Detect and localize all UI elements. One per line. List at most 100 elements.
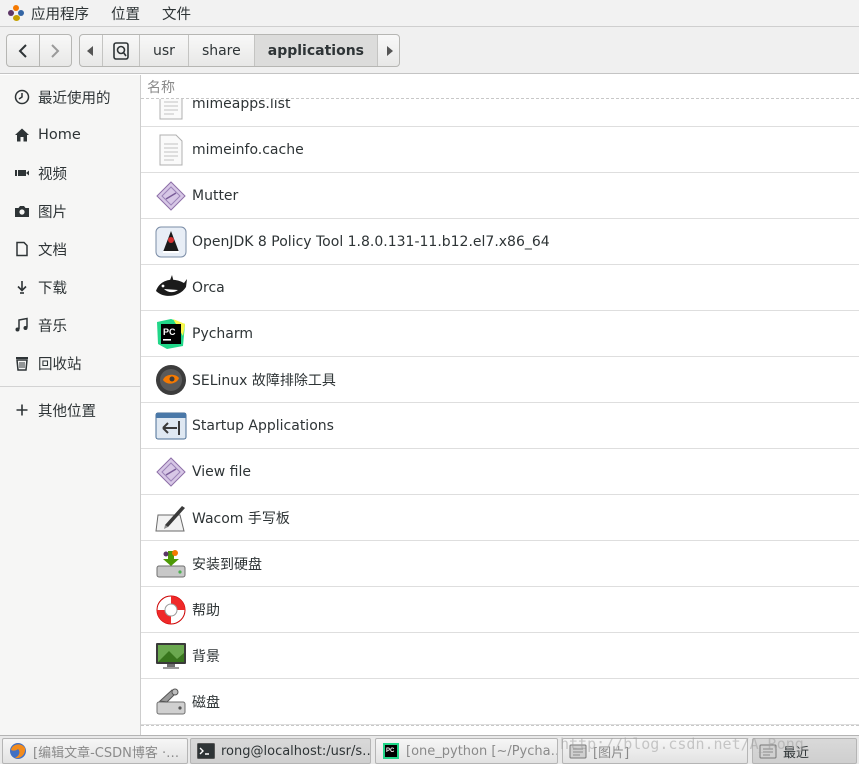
root-drive-icon (113, 41, 129, 60)
file-name: Wacom 手写板 (192, 510, 290, 527)
file-name: mimeinfo.cache (192, 141, 304, 158)
file-row-orca[interactable]: Orca (141, 265, 859, 311)
document-icon (13, 240, 31, 258)
file-row-help[interactable]: 帮助 (141, 587, 859, 633)
forward-button[interactable] (38, 35, 71, 66)
breadcrumb-scroll-left[interactable] (80, 35, 102, 66)
sidebar-item-home[interactable]: Home (0, 118, 140, 152)
pycharm-icon: PC (382, 742, 400, 760)
terminal-icon (197, 742, 215, 760)
file-row-partial (141, 725, 859, 735)
plus-icon (13, 401, 31, 419)
file-name: Pycharm (192, 325, 254, 342)
chevron-right-icon (51, 43, 60, 58)
sidebar-item-label: 最近使用的 (38, 90, 111, 107)
files-icon (759, 742, 777, 760)
file-name: 帮助 (192, 602, 220, 619)
task-firefox[interactable]: [编辑文章-CSDN博客 ·… (2, 738, 188, 764)
sidebar-item-label: Home (38, 127, 81, 143)
install-disk-icon (154, 547, 188, 581)
files-icon (569, 742, 587, 760)
sidebar-item-label: 回收站 (38, 356, 82, 373)
task-label: 最近 (783, 745, 810, 761)
path-bar: usr share applications (0, 27, 859, 74)
text-file-icon (154, 133, 188, 167)
file-row-wacom[interactable]: Wacom 手写板 (141, 495, 859, 541)
task-label: [图片] (593, 745, 630, 761)
video-camera-icon (13, 164, 31, 182)
sidebar-item-pictures[interactable]: 图片 (0, 194, 140, 228)
places-menu-label: 位置 (111, 6, 140, 23)
file-row-disks[interactable]: 磁盘 (141, 679, 859, 725)
sidebar-item-recent[interactable]: 最近使用的 (0, 80, 140, 114)
java-duke-icon (154, 225, 188, 259)
files-menu[interactable]: 文件 (162, 3, 191, 24)
back-button[interactable] (7, 35, 39, 66)
file-name: OpenJDK 8 Policy Tool 1.8.0.131-11.b12.e… (192, 233, 550, 250)
firefox-icon (9, 742, 27, 760)
task-label: [编辑文章-CSDN博客 ·… (33, 745, 180, 761)
file-row-startup-apps[interactable]: Startup Applications (141, 403, 859, 449)
gnome-foot-icon (8, 5, 24, 21)
top-menu-bar: 应用程序 位置 文件 (0, 0, 859, 27)
taskbar: [编辑文章-CSDN博客 ·… rong@localhost:/usr/s… P… (0, 735, 859, 764)
file-row-mimeinfo[interactable]: mimeinfo.cache (141, 127, 859, 173)
file-row-openjdk[interactable]: OpenJDK 8 Policy Tool 1.8.0.131-11.b12.e… (141, 219, 859, 265)
help-lifebuoy-icon (154, 593, 188, 627)
file-row-mutter[interactable]: Mutter (141, 173, 859, 219)
sidebar-divider (0, 386, 140, 387)
column-header-name[interactable]: 名称 (141, 75, 859, 99)
file-row-pycharm[interactable]: PC Pycharm (141, 311, 859, 357)
task-files-recent[interactable]: 最近 (752, 738, 857, 764)
task-pycharm[interactable]: PC [one_python [~/Pycha… (375, 738, 558, 764)
sidebar-item-downloads[interactable]: 下载 (0, 270, 140, 304)
file-row-background[interactable]: 背景 (141, 633, 859, 679)
sidebar-item-trash[interactable]: 回收站 (0, 346, 140, 380)
task-terminal[interactable]: rong@localhost:/usr/s… (190, 738, 371, 764)
sidebar-item-label: 文档 (38, 242, 67, 259)
triangle-right-icon (386, 45, 393, 56)
clock-icon (13, 88, 31, 106)
sidebar-item-other-locations[interactable]: 其他位置 (0, 393, 140, 427)
sidebar-item-documents[interactable]: 文档 (0, 232, 140, 266)
applications-menu[interactable]: 应用程序 (8, 3, 89, 24)
breadcrumb-root[interactable] (102, 35, 139, 66)
sidebar-item-videos[interactable]: 视频 (0, 156, 140, 190)
file-name: 背景 (192, 648, 220, 665)
file-name: Startup Applications (192, 417, 334, 434)
task-label: [one_python [~/Pycha… (406, 743, 558, 759)
places-menu[interactable]: 位置 (111, 3, 140, 24)
sidebar-item-label: 音乐 (38, 318, 67, 335)
generic-app-icon (154, 179, 188, 213)
download-arrow-icon (13, 278, 31, 296)
svg-text:PC: PC (386, 748, 395, 754)
tablet-pen-icon (154, 501, 188, 535)
pycharm-icon: PC (154, 317, 188, 351)
task-files-pictures[interactable]: [图片] (562, 738, 748, 764)
file-row-view-file[interactable]: View file (141, 449, 859, 495)
startup-apps-icon (154, 409, 188, 443)
music-note-icon (13, 316, 31, 334)
breadcrumb-usr[interactable]: usr (139, 35, 188, 66)
file-list: 名称 mimeapps.list mimeinfo.cache Mutter O… (141, 75, 859, 735)
breadcrumb-share[interactable]: share (187, 35, 254, 66)
breadcrumb-scroll-right[interactable] (377, 35, 399, 66)
orca-whale-icon (154, 271, 188, 305)
svg-text:PC: PC (163, 327, 176, 337)
applications-menu-label: 应用程序 (31, 6, 89, 23)
file-name: Mutter (192, 187, 239, 204)
breadcrumb: usr share applications (79, 34, 400, 67)
sidebar-item-label: 其他位置 (38, 403, 96, 420)
breadcrumb-applications[interactable]: applications (253, 35, 377, 66)
file-row-install-to-disk[interactable]: 安装到硬盘 (141, 541, 859, 587)
trash-icon (13, 354, 31, 372)
generic-app-icon (154, 455, 188, 489)
triangle-left-icon (87, 45, 93, 56)
file-row-selinux[interactable]: SELinux 故障排除工具 (141, 357, 859, 403)
sidebar: 最近使用的 Home 视频 图片 文档 下载 音乐 回收站 其他位置 (0, 75, 141, 735)
sidebar-item-label: 下载 (38, 280, 67, 297)
sidebar-item-music[interactable]: 音乐 (0, 308, 140, 342)
file-name: 安装到硬盘 (192, 556, 262, 573)
file-name: SELinux 故障排除工具 (192, 372, 336, 389)
file-name: 磁盘 (192, 694, 220, 711)
